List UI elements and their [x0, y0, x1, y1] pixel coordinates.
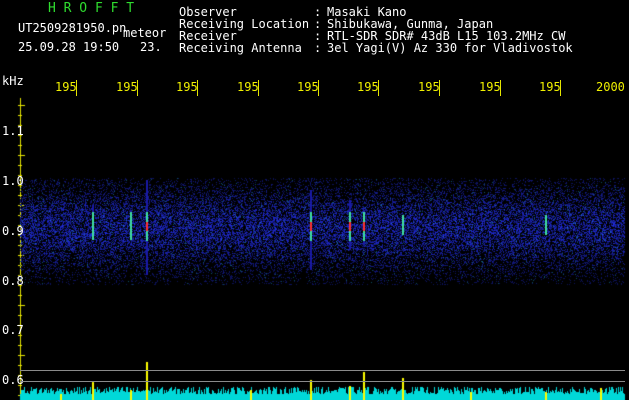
x-tick-label: 195	[237, 80, 259, 94]
x-tick-label: 195	[116, 80, 138, 94]
app-title: H R O F F T	[48, 1, 135, 16]
y-tick-label: 1.0	[2, 174, 24, 188]
y-tick-label: 0.9	[2, 224, 24, 238]
x-tick-mark	[378, 80, 379, 96]
mode-label: meteor	[123, 26, 167, 40]
y-tick-label: 0.8	[2, 274, 24, 288]
x-tick-label: 195	[176, 80, 198, 94]
antenna-label: Receiving Antenna	[179, 41, 302, 55]
x-tick-label: 195	[418, 80, 440, 94]
threshold-line-lower	[20, 381, 625, 382]
file-name: UT2509281950.pn	[18, 21, 127, 35]
x-tick-mark	[258, 80, 259, 96]
antenna-value: 3el Yagi(V) Az 330 for Vladivostok	[327, 41, 573, 55]
x-tick-mark	[500, 80, 501, 96]
y-tick-label: 0.7	[2, 323, 24, 337]
threshold-line-upper	[20, 370, 625, 371]
x-tick-label: 195	[539, 80, 561, 94]
y-axis-unit: kHz	[2, 74, 24, 88]
y-tick-label: 0.6	[2, 373, 24, 387]
x-tick-mark	[197, 80, 198, 96]
x-tick-mark	[560, 80, 561, 96]
x-tick-label: 195	[297, 80, 319, 94]
y-tick-label: 1.1	[2, 124, 24, 138]
count-label: 23.	[140, 40, 162, 54]
timestamp: 25.09.28 19:50	[18, 40, 120, 54]
x-tick-label: 195	[55, 80, 77, 94]
x-tick-mark	[137, 80, 138, 96]
x-tick-mark	[439, 80, 440, 96]
x-tick-mark	[318, 80, 319, 96]
antenna-sep: :	[314, 41, 322, 55]
x-tick-label: 195	[357, 80, 379, 94]
x-tick-label: 195	[479, 80, 501, 94]
x-tick-label: 2000	[596, 80, 625, 94]
spectrogram-canvas	[0, 0, 629, 400]
x-tick-mark	[76, 80, 77, 96]
